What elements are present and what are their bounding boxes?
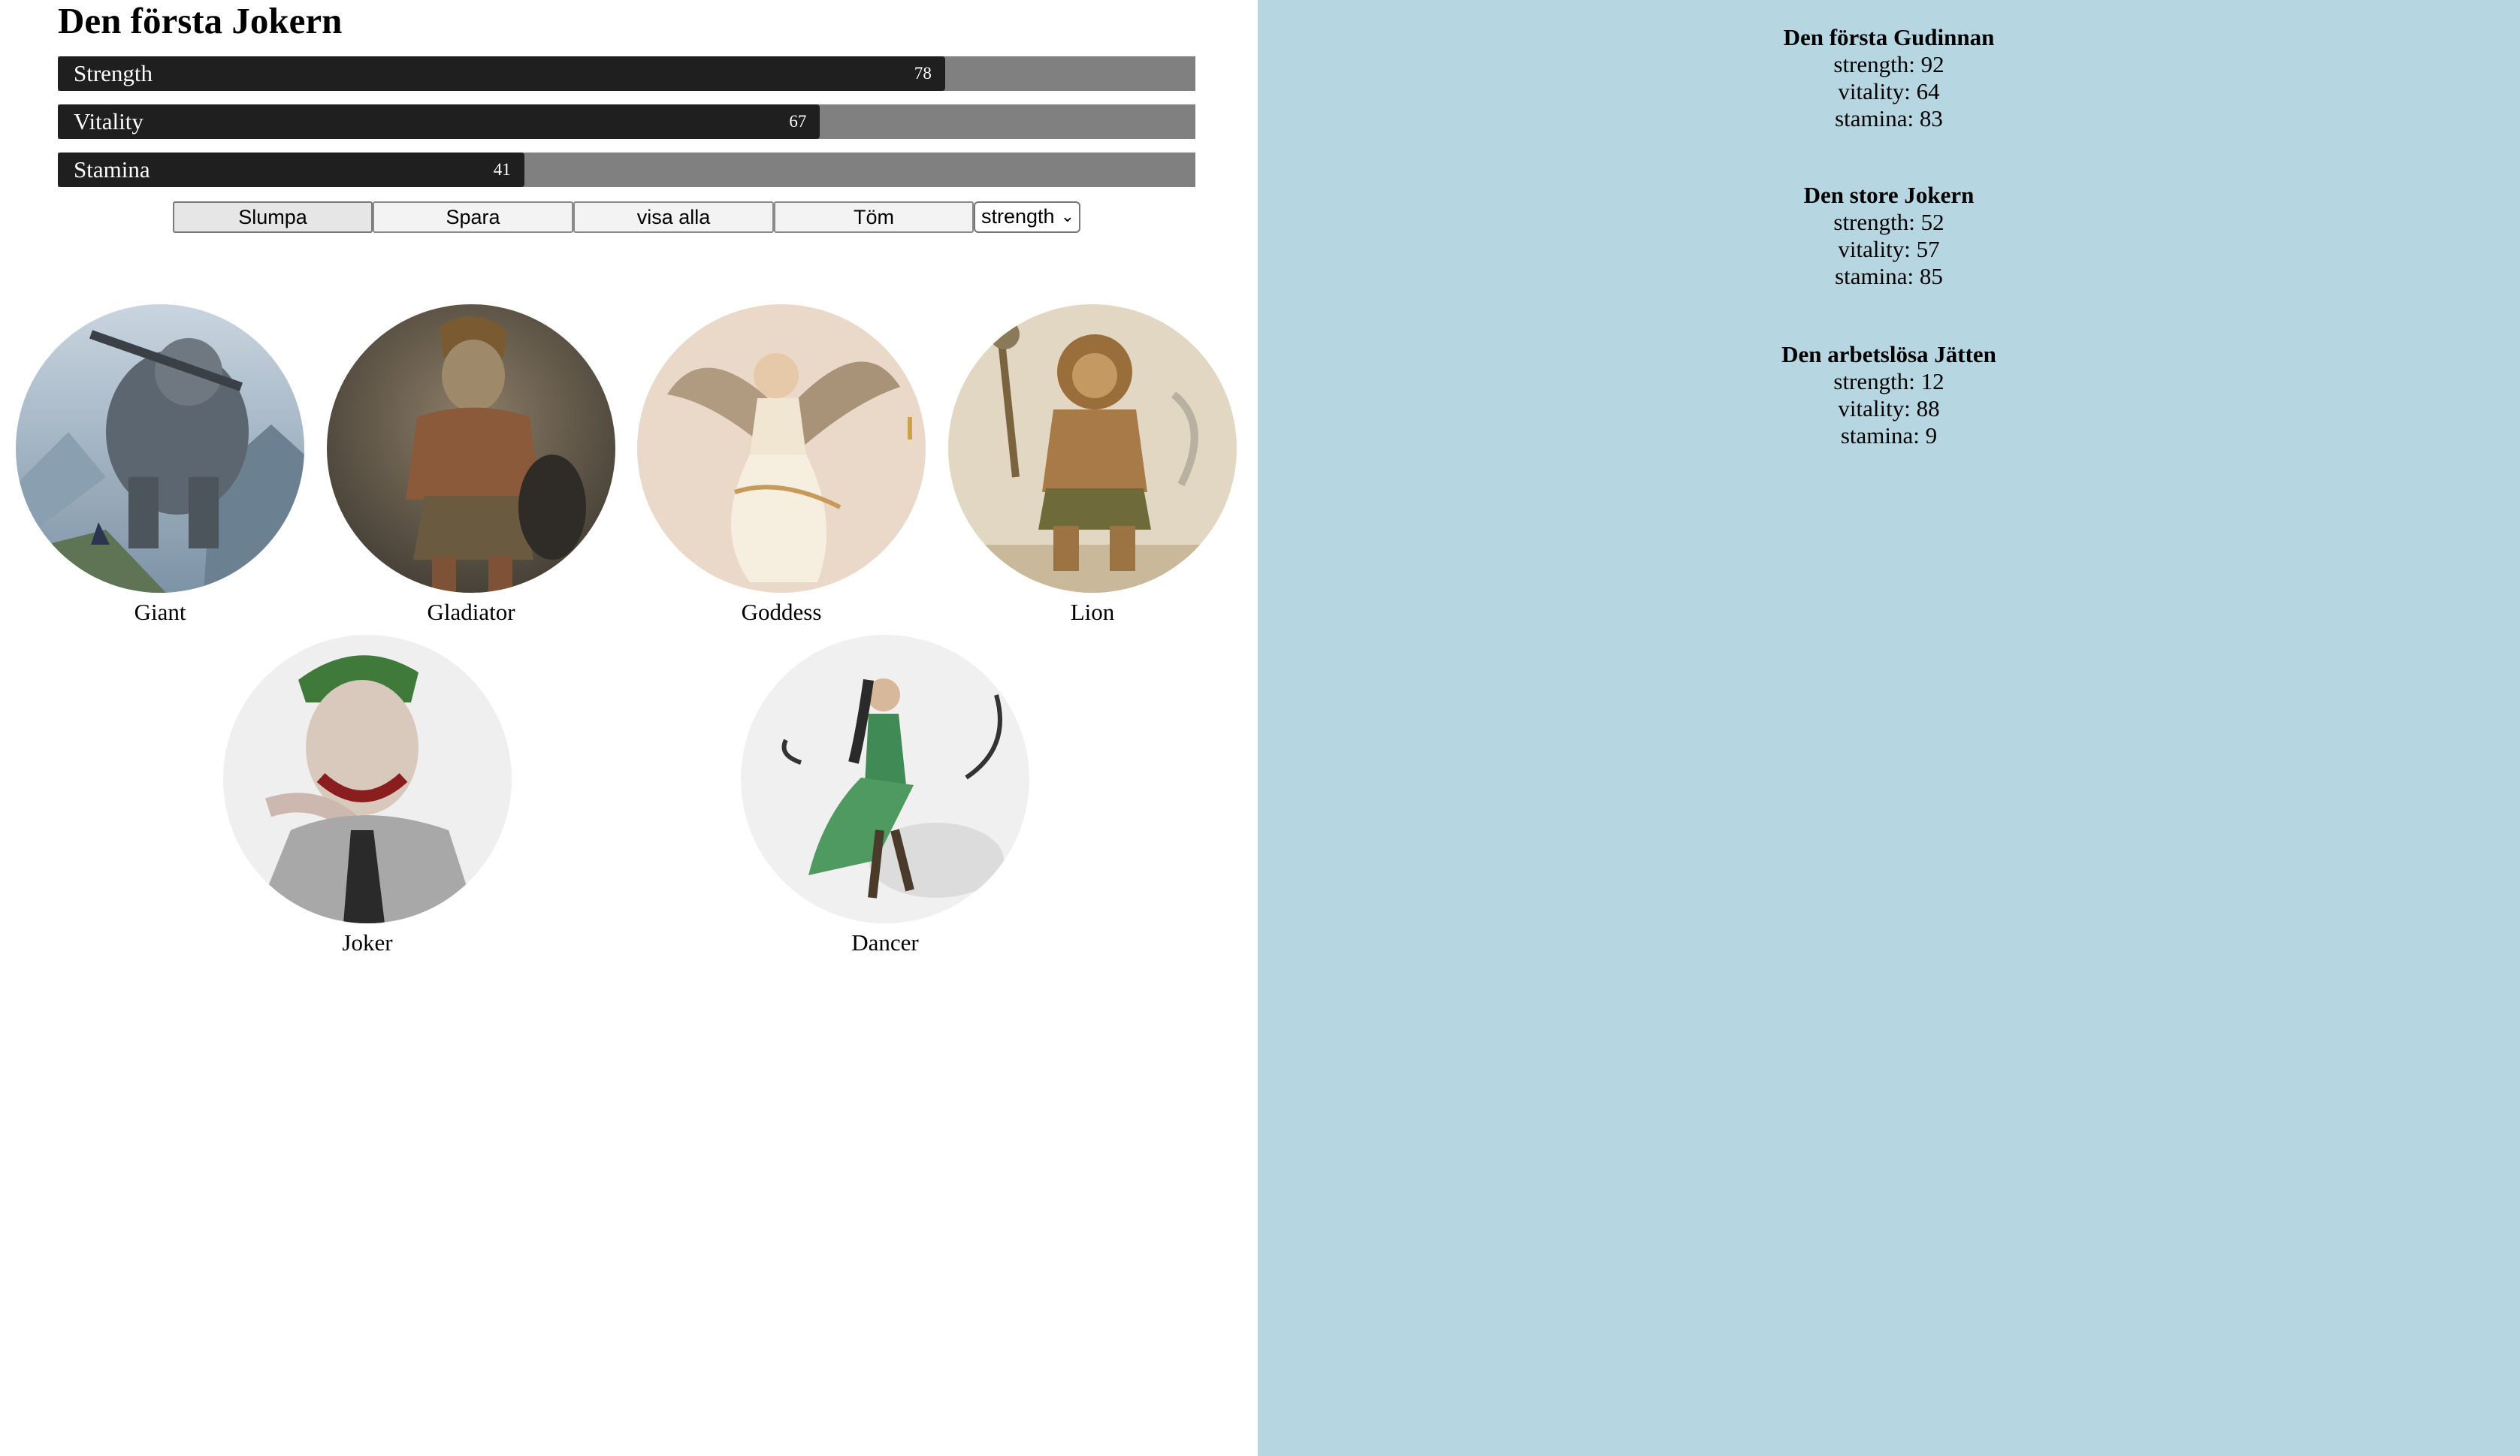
chevron-down-icon: ⌄ (1060, 207, 1074, 225)
joker-portrait (223, 635, 512, 923)
vitality-label: Vitality (74, 108, 144, 134)
saved-character-vitality: vitality: 88 (1838, 395, 1940, 421)
saved-character: Den arbetslösa Jätten strength: 12 vital… (1258, 341, 2520, 449)
giant-portrait (16, 304, 304, 593)
builder-panel: Den första Jokern Strength 78 Vitality 6… (0, 0, 1258, 1456)
stamina-bar-fill: Stamina 41 (58, 153, 524, 187)
stamina-bar: Stamina 41 (58, 153, 1195, 187)
character-card-goddess[interactable]: Goddess (637, 304, 926, 650)
character-name-gladiator: Gladiator (427, 599, 515, 625)
character-name-goddess: Goddess (741, 599, 822, 625)
saved-character-stamina: stamina: 85 (1835, 263, 1943, 289)
vitality-value: 67 (789, 112, 807, 131)
show-all-button[interactable]: visa alla (573, 201, 774, 233)
saved-character-name: Den arbetslösa Jätten (1781, 341, 1996, 367)
saved-characters-panel: Den första Gudinnan strength: 92 vitalit… (1258, 0, 2520, 1456)
character-card-dancer[interactable]: Dancer (741, 635, 1029, 980)
saved-character-vitality: vitality: 64 (1838, 78, 1940, 104)
character-name-giant: Giant (134, 599, 186, 625)
dancer-portrait (741, 635, 1029, 923)
goddess-portrait (637, 304, 926, 593)
save-button[interactable]: Spara (373, 201, 573, 233)
saved-character-strength: strength: 52 (1833, 209, 1944, 235)
strength-value: 78 (914, 64, 932, 83)
saved-character: Den första Gudinnan strength: 92 vitalit… (1258, 24, 2520, 132)
saved-character-name: Den store Jokern (1803, 182, 1975, 208)
strength-label: Strength (74, 60, 153, 86)
saved-character-name: Den första Gudinnan (1783, 24, 1995, 50)
saved-character-strength: strength: 92 (1833, 51, 1944, 77)
character-card-gladiator[interactable]: Gladiator (327, 304, 615, 650)
randomize-button[interactable]: Slumpa (173, 201, 373, 233)
strength-bar: Strength 78 (58, 56, 1195, 91)
vitality-bar-fill: Vitality 67 (58, 104, 820, 139)
saved-character-stamina: stamina: 83 (1835, 105, 1943, 131)
vitality-bar: Vitality 67 (58, 104, 1195, 139)
saved-character-strength: strength: 12 (1833, 368, 1944, 394)
stamina-value: 41 (493, 160, 511, 179)
sort-select[interactable]: strength ⌄ (974, 201, 1080, 233)
sort-select-value: strength (981, 205, 1055, 228)
saved-character-stamina: stamina: 9 (1840, 422, 1938, 449)
character-name-joker: Joker (342, 929, 393, 956)
character-card-joker[interactable]: Joker (223, 635, 512, 980)
saved-character-vitality: vitality: 57 (1838, 236, 1940, 262)
lion-portrait (948, 304, 1237, 593)
character-name-lion: Lion (1070, 599, 1115, 625)
strength-bar-fill: Strength 78 (58, 56, 945, 91)
character-card-lion[interactable]: Lion (948, 304, 1237, 650)
character-card-giant[interactable]: Giant (16, 304, 304, 650)
saved-character: Den store Jokern strength: 52 vitality: … (1258, 182, 2520, 290)
gladiator-portrait (327, 304, 615, 593)
clear-button[interactable]: Töm (774, 201, 974, 233)
character-title: Den första Jokern (58, 0, 343, 41)
stamina-label: Stamina (74, 156, 150, 183)
character-name-dancer: Dancer (851, 929, 919, 956)
